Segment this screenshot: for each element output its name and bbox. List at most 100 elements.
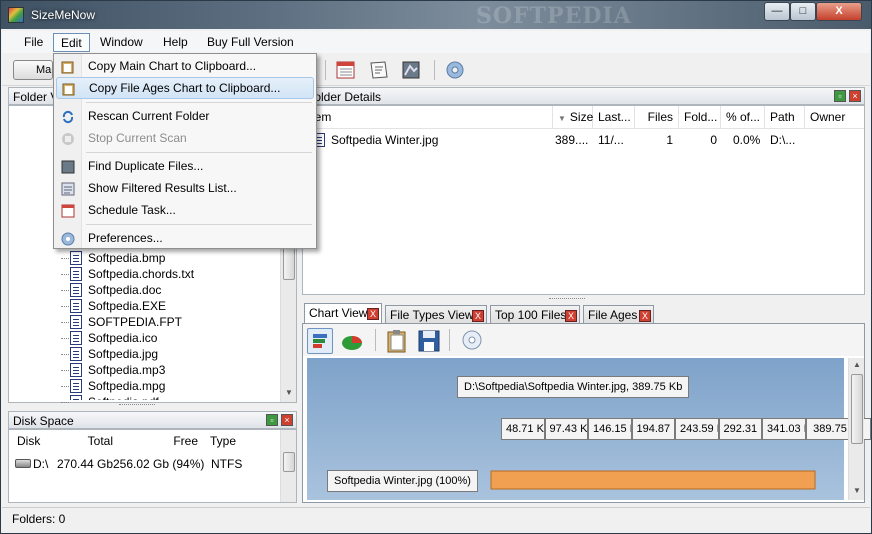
folder-details-list[interactable]: Item ▼ Size Last... Files Fold... % of...… xyxy=(302,105,865,295)
chart-scroll-thumb[interactable] xyxy=(851,374,863,444)
bar-chart-icon[interactable] xyxy=(307,328,333,354)
disk-space-header: Disk Space ▫ × xyxy=(8,411,297,429)
menu-item-schedule-task[interactable]: Schedule Task... xyxy=(56,199,314,221)
disk-space-scrollbar[interactable] xyxy=(280,430,296,502)
chart-toolbar xyxy=(303,324,864,356)
tree-file-item[interactable]: Softpedia.chords.txt xyxy=(70,266,194,282)
tree-file-item[interactable]: Softpedia.jpg xyxy=(70,346,158,362)
menu-separator xyxy=(86,224,312,225)
filter-list-icon[interactable] xyxy=(368,59,390,81)
menu-item-copy-file-ages-chart-to-clipboard[interactable]: Copy File Ages Chart to Clipboard... xyxy=(56,77,314,99)
tab-chart-view[interactable]: Chart View X xyxy=(304,303,382,325)
filter-list-icon xyxy=(61,181,75,196)
chart-canvas[interactable]: D:\Softpedia\Softpedia Winter.jpg, 389.7… xyxy=(307,358,871,500)
disk-space-list[interactable]: Disk Total Free Type D:\ 270.44 Gb 256.0… xyxy=(8,429,297,503)
menu-help[interactable]: Help xyxy=(156,33,195,52)
close-icon[interactable]: X xyxy=(565,310,577,322)
menu-buy-full-version[interactable]: Buy Full Version xyxy=(200,33,301,52)
cd-icon[interactable] xyxy=(461,329,483,351)
disk-space-close-icon[interactable]: × xyxy=(281,414,293,426)
column-header-size[interactable]: ▼ Size xyxy=(553,106,593,128)
menu-item-rescan-current-folder[interactable]: Rescan Current Folder xyxy=(56,105,314,127)
tree-connector xyxy=(61,354,69,355)
clipboard-icon[interactable] xyxy=(385,328,409,354)
menu-item-copy-main-chart-to-clipboard[interactable]: Copy Main Chart to Clipboard... xyxy=(56,55,314,77)
disk-space-maximize-icon[interactable]: ▫ xyxy=(266,414,278,426)
tree-file-item[interactable]: Softpedia.EXE xyxy=(70,298,166,314)
menu-file[interactable]: File xyxy=(17,33,50,52)
column-header-folders[interactable]: Fold... xyxy=(679,106,721,128)
tree-file-item[interactable]: Softpedia.ico xyxy=(70,330,157,346)
main-view-button-label: Ma xyxy=(36,64,52,76)
duplicate-icon[interactable] xyxy=(400,59,422,81)
file-icon xyxy=(70,251,82,265)
disk-cell: D:\ xyxy=(33,457,49,471)
menu-item-label: Copy File Ages Chart to Clipboard... xyxy=(89,81,281,95)
scroll-down-arrow-icon[interactable]: ▼ xyxy=(285,388,293,397)
calendar-icon[interactable] xyxy=(335,59,357,81)
column-header-owner[interactable]: Owner xyxy=(805,106,864,128)
chart-bar[interactable] xyxy=(490,470,816,490)
minimize-button[interactable]: — xyxy=(764,2,790,21)
tree-connector xyxy=(61,306,69,307)
menu-window[interactable]: Window xyxy=(93,33,150,52)
column-header-percent[interactable]: % of... xyxy=(721,106,765,128)
path-cell: D:\... xyxy=(770,133,796,147)
tree-file-item[interactable]: Softpedia.mpg xyxy=(70,378,165,394)
folder-details-title: Folder Details xyxy=(307,90,382,104)
app-window: SizeMeNow SOFTPEDIA — □ X File Edit Wind… xyxy=(0,0,872,534)
save-icon[interactable] xyxy=(417,328,441,354)
size-cell: 389.... xyxy=(555,133,589,147)
close-icon[interactable]: X xyxy=(639,310,651,322)
maximize-button[interactable]: □ xyxy=(790,2,816,21)
main-view-button[interactable]: Ma xyxy=(13,60,53,80)
menu-item-preferences[interactable]: Preferences... xyxy=(56,227,314,249)
menu-item-show-filtered-results-list[interactable]: Show Filtered Results List... xyxy=(56,177,314,199)
menu-item-find-duplicate-files[interactable]: Find Duplicate Files... xyxy=(56,155,314,177)
gear-icon[interactable] xyxy=(444,59,466,81)
tree-connector xyxy=(61,290,69,291)
column-header-files[interactable]: Files xyxy=(635,106,679,128)
tree-file-item[interactable]: SOFTPEDIA.FPT xyxy=(70,314,182,330)
tree-file-item[interactable]: Softpedia.pdf xyxy=(70,394,159,400)
tree-file-label: Softpedia.pdf xyxy=(88,395,159,400)
tab-file-ages[interactable]: File Ages X xyxy=(583,305,654,325)
scroll-down-arrow-icon[interactable]: ▼ xyxy=(853,486,861,495)
tab-top-100-files[interactable]: Top 100 Files X xyxy=(490,305,580,325)
column-header-type[interactable]: Type xyxy=(205,430,265,452)
splitter-grip[interactable] xyxy=(549,298,585,301)
tree-file-item[interactable]: Softpedia.doc xyxy=(70,282,161,298)
folder-details-close-icon[interactable]: × xyxy=(849,90,861,102)
menu-edit[interactable]: Edit xyxy=(53,33,90,52)
menu-item-label: Stop Current Scan xyxy=(88,131,187,145)
percent-cell: 0.0% xyxy=(733,133,761,147)
folder-details-maximize-icon[interactable]: ▫ xyxy=(834,90,846,102)
menu-item-label: Show Filtered Results List... xyxy=(88,181,237,195)
column-header-last[interactable]: Last... xyxy=(593,106,635,128)
tree-connector xyxy=(61,258,69,259)
column-header-item[interactable]: Item xyxy=(303,106,553,128)
disk-row[interactable]: D:\ 270.44 Gb 256.02 Gb (94%) NTFS xyxy=(9,456,279,472)
column-header-disk[interactable]: Disk xyxy=(12,430,72,452)
close-button[interactable]: X xyxy=(816,2,862,21)
tab-file-types-view[interactable]: File Types View X xyxy=(385,305,487,325)
tree-file-label: SOFTPEDIA.FPT xyxy=(88,315,183,329)
tree-file-label: Softpedia.mpg xyxy=(88,379,166,393)
scroll-up-arrow-icon[interactable]: ▲ xyxy=(853,360,861,369)
tree-file-item[interactable]: Softpedia.mp3 xyxy=(70,362,165,378)
close-icon[interactable]: X xyxy=(367,308,379,320)
folder-tree-scroll-thumb[interactable] xyxy=(283,244,295,280)
chart-tabs: Chart View X File Types View X Top 100 Fil… xyxy=(304,303,864,325)
disk-space-scroll-thumb[interactable] xyxy=(283,452,295,472)
splitter-grip[interactable] xyxy=(119,404,155,407)
item-cell: Softpedia Winter.jpg xyxy=(313,132,438,148)
title-bar[interactable]: SizeMeNow SOFTPEDIA — □ X xyxy=(1,1,871,29)
column-header-total[interactable]: Total xyxy=(69,430,119,452)
column-header-free[interactable]: Free xyxy=(119,430,204,452)
close-icon[interactable]: X xyxy=(472,310,484,322)
tree-file-item[interactable]: Softpedia.bmp xyxy=(70,250,165,266)
column-header-path[interactable]: Path xyxy=(765,106,805,128)
pie-chart-icon[interactable] xyxy=(339,328,365,354)
chart-scrollbar[interactable]: ▲ ▼ xyxy=(848,358,864,500)
table-row[interactable]: Softpedia Winter.jpg 389.... 11/... 1 0 … xyxy=(303,132,864,148)
